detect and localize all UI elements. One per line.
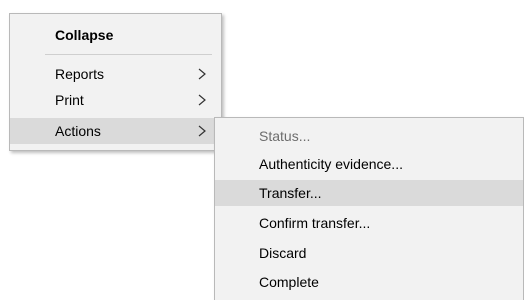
menu-item-label: Status... (259, 128, 311, 144)
menu-separator (45, 54, 212, 55)
actions-submenu: Status... Authenticity evidence... Trans… (214, 117, 524, 300)
menu-item-label: Complete (259, 274, 319, 290)
screen: Collapse Reports Print Actions Status... (0, 0, 524, 300)
submenu-item-discard[interactable]: Discard (215, 240, 523, 266)
submenu-item-authenticity-evidence[interactable]: Authenticity evidence... (215, 151, 523, 177)
menu-item-label: Reports (55, 66, 105, 82)
chevron-right-icon (196, 68, 208, 80)
menu-item-collapse[interactable]: Collapse (10, 22, 221, 48)
menu-item-actions[interactable]: Actions (10, 118, 221, 144)
submenu-item-confirm-transfer[interactable]: Confirm transfer... (215, 210, 523, 236)
submenu-item-status: Status... (215, 123, 523, 149)
submenu-item-complete[interactable]: Complete (215, 269, 523, 295)
menu-item-label: Confirm transfer... (259, 215, 371, 231)
menu-item-label: Actions (55, 123, 101, 139)
context-menu: Collapse Reports Print Actions (9, 13, 222, 151)
menu-item-label: Authenticity evidence... (259, 156, 403, 172)
menu-item-label: Print (55, 92, 84, 108)
menu-item-reports[interactable]: Reports (10, 61, 221, 87)
submenu-item-transfer[interactable]: Transfer... (215, 180, 523, 206)
menu-item-label: Discard (259, 245, 307, 261)
chevron-right-icon (196, 125, 208, 137)
menu-item-print[interactable]: Print (10, 87, 221, 113)
menu-item-label: Transfer... (259, 185, 322, 201)
menu-item-label: Collapse (55, 27, 114, 43)
chevron-right-icon (196, 94, 208, 106)
